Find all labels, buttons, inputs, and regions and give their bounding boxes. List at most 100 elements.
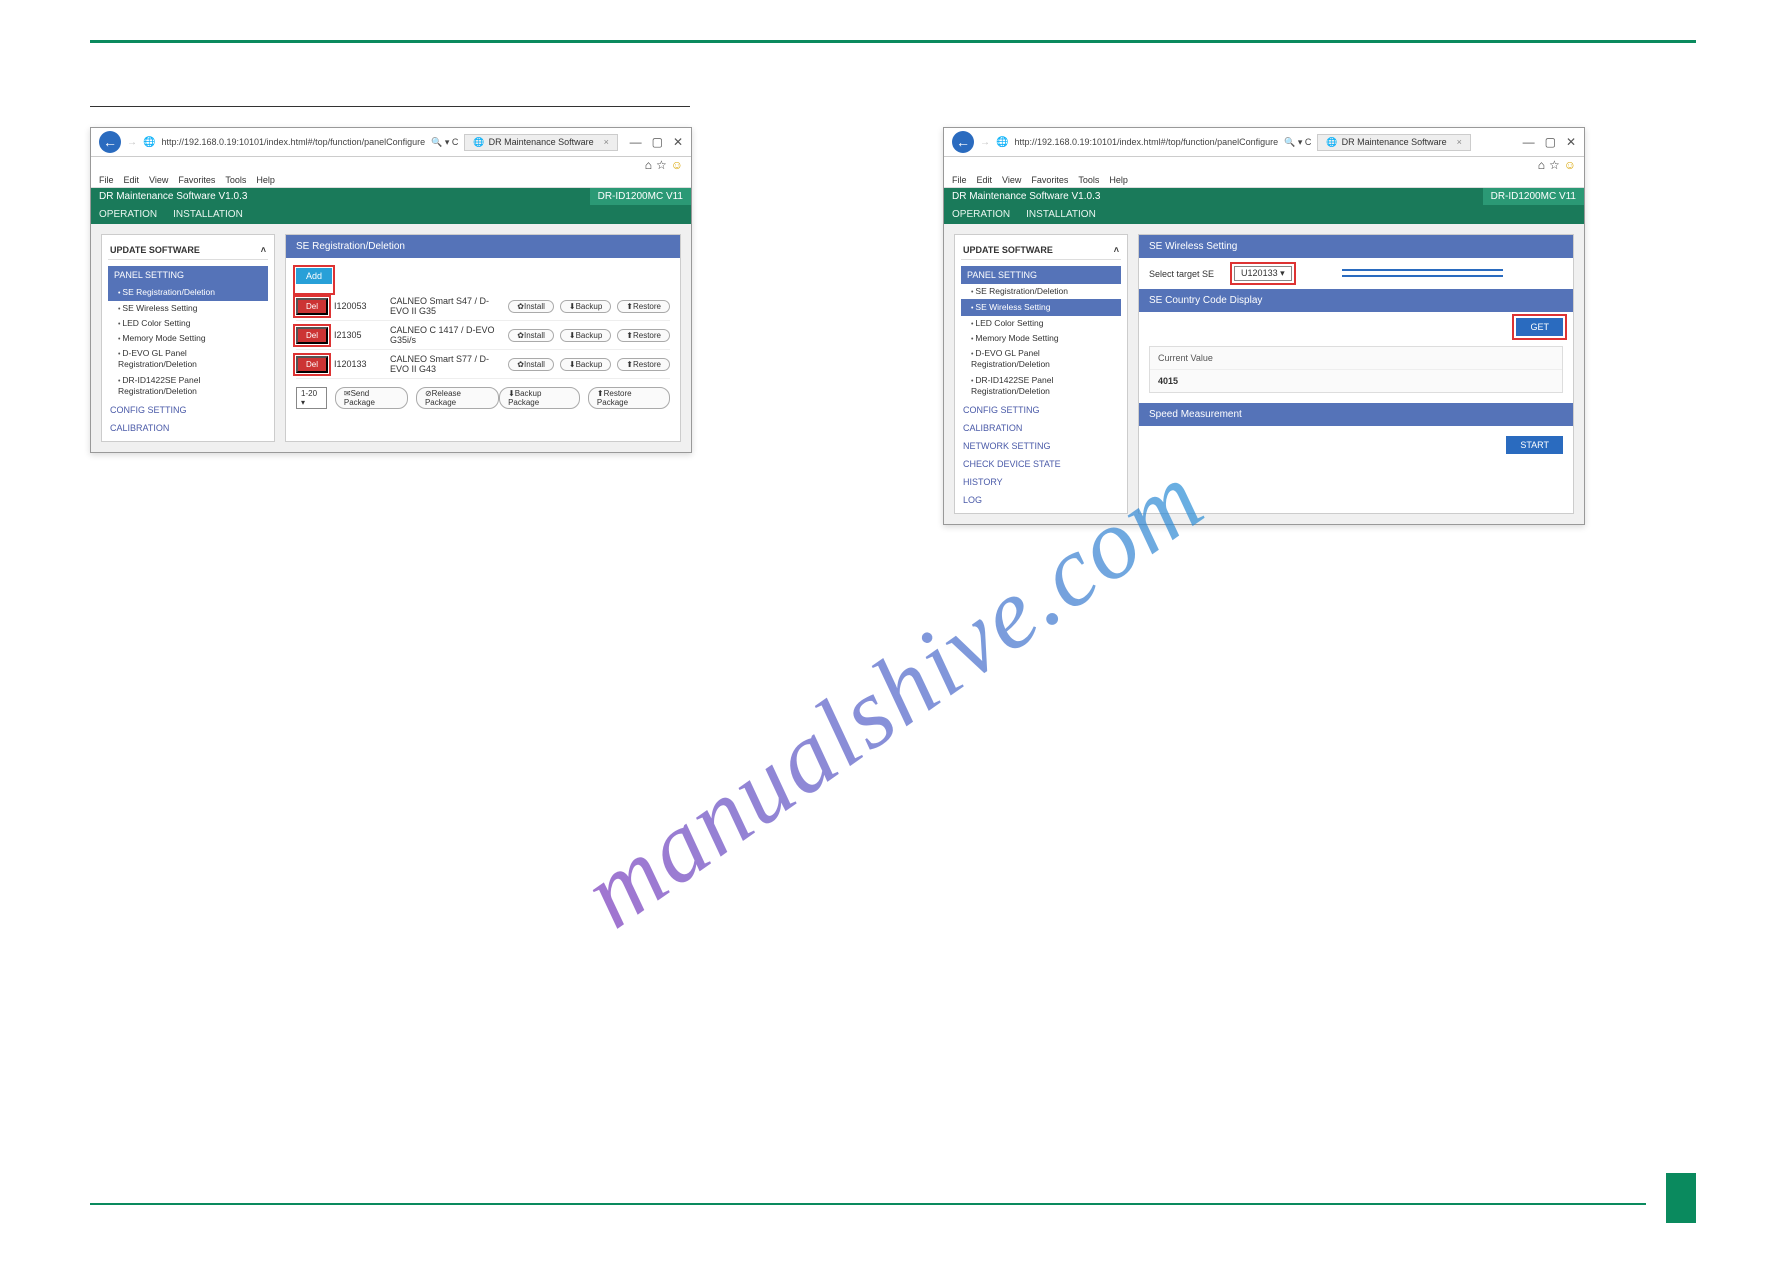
install-pill[interactable]: ✿Install [508,358,554,371]
app-version: DR Maintenance Software V1.0.3 [91,188,255,205]
search-refresh[interactable]: 🔍 ▾ C [1284,137,1311,148]
callout-line [1342,275,1503,277]
delete-button[interactable]: Del [296,356,328,373]
sidebar-calibration[interactable]: CALIBRATION [108,417,268,435]
search-refresh[interactable]: 🔍 ▾ C [431,137,458,148]
collapse-icon[interactable]: ˄ [261,245,266,255]
sidebar: UPDATE SOFTWARE ˄ PANEL SETTING SE Regist… [954,234,1128,514]
minimize-icon[interactable]: — [630,135,642,149]
address-bar[interactable]: http://192.168.0.19:10101/index.html#/to… [161,137,425,147]
home-icon[interactable]: ⌂ [1538,158,1545,172]
tab-operation[interactable]: OPERATION [99,205,157,224]
tab-installation[interactable]: INSTALLATION [1026,205,1096,224]
main-header: SE Registration/Deletion [286,235,680,258]
footer-divider [90,1203,1646,1205]
table-row: Del I21305 CALNEO C 1417 / D-EVO G35i/s … [296,321,670,350]
install-pill[interactable]: ✿Install [508,300,554,313]
sidebar: UPDATE SOFTWARE ˄ PANEL SETTING SE Regist… [101,234,275,442]
minimize-icon[interactable]: — [1523,135,1535,149]
sidebar-calibration[interactable]: CALIBRATION [961,417,1121,435]
sidebar-item[interactable]: D-EVO GL Panel Registration/Deletion [108,346,268,372]
maximize-icon[interactable]: ▢ [652,135,663,149]
globe-icon: 🌐 [143,137,155,148]
sidebar-item[interactable]: LED Color Setting [108,316,268,331]
add-button[interactable]: Add [296,268,332,284]
sidebar-update[interactable]: UPDATE SOFTWARE [963,245,1053,255]
range-select[interactable]: 1-20 ▾ [296,387,327,409]
menubar[interactable]: File Edit View Favorites Tools Help [944,173,1584,188]
sidebar-item-wireless[interactable]: SE Wireless Setting [961,299,1121,316]
sidebar-panel-setting[interactable]: PANEL SETTING [961,266,1121,284]
current-value-label: Current Value [1150,347,1562,370]
sidebar-network[interactable]: NETWORK SETTING [961,435,1121,453]
smiley-icon[interactable]: ☺ [671,158,683,172]
sidebar-config[interactable]: CONFIG SETTING [108,399,268,417]
backup-pill[interactable]: ⬇Backup [560,358,611,371]
page-top-divider [90,40,1696,46]
current-value: 4015 [1150,370,1562,392]
smiley-icon[interactable]: ☺ [1564,158,1576,172]
table-row: Del I120053 CALNEO Smart S47 / D-EVO II … [296,292,670,321]
collapse-icon[interactable]: ˄ [1114,245,1119,255]
close-icon[interactable]: ✕ [1566,135,1576,149]
speed-header: Speed Measurement [1139,403,1573,426]
get-button[interactable]: GET [1516,318,1563,336]
browser-window-left: ← → 🌐 http://192.168.0.19:10101/index.ht… [90,127,692,453]
sidebar-item[interactable]: Memory Mode Setting [108,331,268,346]
browser-tab[interactable]: 🌐DR Maintenance Software× [1317,134,1471,151]
star-icon[interactable]: ☆ [1549,158,1560,172]
model-label: DR-ID1200MC V11 [590,188,691,205]
back-icon[interactable]: ← [99,131,121,153]
forward-icon: → [127,137,137,148]
restore-package-button[interactable]: ⬆Restore Package [588,387,670,409]
back-icon[interactable]: ← [952,131,974,153]
tab-installation[interactable]: INSTALLATION [173,205,243,224]
target-se-select[interactable]: U120133 ▾ [1234,266,1292,281]
wireless-header: SE Wireless Setting [1139,235,1573,258]
restore-pill[interactable]: ⬆Restore [617,329,670,342]
sidebar-item[interactable]: DR-ID1422SE Panel Registration/Deletion [108,373,268,399]
maximize-icon[interactable]: ▢ [1545,135,1556,149]
restore-pill[interactable]: ⬆Restore [617,358,670,371]
section-divider [90,106,690,107]
start-button[interactable]: START [1506,436,1563,454]
callout-line [1342,269,1503,271]
backup-pill[interactable]: ⬇Backup [560,300,611,313]
sidebar-item[interactable]: LED Color Setting [961,316,1121,331]
send-package-button[interactable]: ✉Send Package [335,387,408,409]
country-code-header: SE Country Code Display [1139,289,1573,312]
sidebar-item[interactable]: D-EVO GL Panel Registration/Deletion [961,346,1121,372]
delete-button[interactable]: Del [296,327,328,344]
table-row: Del I120133 CALNEO Smart S77 / D-EVO II … [296,350,670,379]
menubar[interactable]: File Edit View Favorites Tools Help [91,173,691,188]
sidebar-item-se-reg[interactable]: SE Registration/Deletion [108,284,268,301]
app-version: DR Maintenance Software V1.0.3 [944,188,1108,205]
select-target-label: Select target SE [1149,269,1214,279]
restore-pill[interactable]: ⬆Restore [617,300,670,313]
browser-window-right: ← → 🌐 http://192.168.0.19:10101/index.ht… [943,127,1585,525]
browser-tab[interactable]: 🌐DR Maintenance Software× [464,134,618,151]
backup-package-button[interactable]: ⬇Backup Package [499,387,580,409]
tab-operation[interactable]: OPERATION [952,205,1010,224]
address-bar[interactable]: http://192.168.0.19:10101/index.html#/to… [1014,137,1278,147]
forward-icon: → [980,137,990,148]
sidebar-update[interactable]: UPDATE SOFTWARE [110,245,200,255]
star-icon[interactable]: ☆ [656,158,667,172]
sidebar-history[interactable]: HISTORY [961,471,1121,489]
model-label: DR-ID1200MC V11 [1483,188,1584,205]
globe-icon: 🌐 [996,137,1008,148]
delete-button[interactable]: Del [296,298,328,315]
sidebar-log[interactable]: LOG [961,489,1121,507]
home-icon[interactable]: ⌂ [645,158,652,172]
close-icon[interactable]: ✕ [673,135,683,149]
sidebar-item[interactable]: SE Wireless Setting [108,301,268,316]
sidebar-item[interactable]: Memory Mode Setting [961,331,1121,346]
sidebar-check-device[interactable]: CHECK DEVICE STATE [961,453,1121,471]
sidebar-config[interactable]: CONFIG SETTING [961,399,1121,417]
sidebar-item[interactable]: DR-ID1422SE Panel Registration/Deletion [961,373,1121,399]
backup-pill[interactable]: ⬇Backup [560,329,611,342]
release-package-button[interactable]: ⊘Release Package [416,387,499,409]
sidebar-panel-setting[interactable]: PANEL SETTING [108,266,268,284]
install-pill[interactable]: ✿Install [508,329,554,342]
sidebar-item[interactable]: SE Registration/Deletion [961,284,1121,299]
